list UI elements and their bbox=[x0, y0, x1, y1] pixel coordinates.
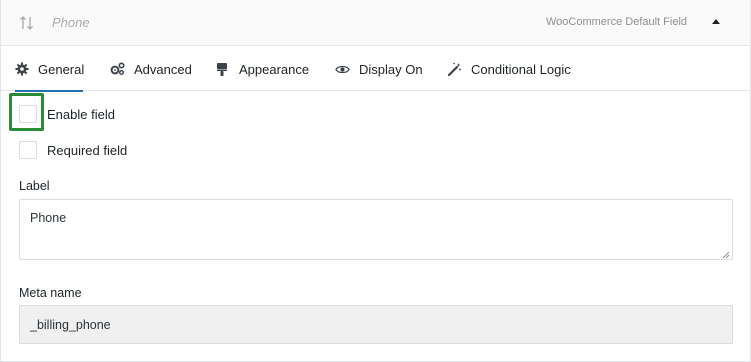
tab-conditional-logic[interactable]: Conditional Logic bbox=[446, 47, 571, 91]
label-textarea-value: Phone bbox=[30, 211, 67, 225]
required-field-checkbox[interactable] bbox=[19, 141, 37, 159]
tab-conditional-logic-label: Conditional Logic bbox=[471, 61, 571, 77]
paint-brush-icon bbox=[214, 61, 230, 77]
required-field-label[interactable]: Required field bbox=[47, 143, 127, 158]
settings-tabs: General Advanced Appearance Display On C… bbox=[1, 47, 750, 92]
meta-name-input[interactable]: _billing_phone bbox=[19, 305, 733, 344]
magic-wand-icon bbox=[446, 61, 462, 77]
tab-advanced[interactable]: Advanced bbox=[109, 47, 192, 91]
meta-name-value: _billing_phone bbox=[30, 317, 111, 332]
tab-display-on[interactable]: Display On bbox=[334, 47, 423, 91]
resize-handle-icon[interactable] bbox=[721, 248, 730, 259]
field-type-label: WooCommerce Default Field bbox=[546, 16, 688, 28]
label-field-heading: Label bbox=[19, 179, 50, 193]
label-textarea[interactable]: Phone bbox=[19, 199, 733, 260]
tab-appearance[interactable]: Appearance bbox=[214, 47, 309, 91]
gear-icon bbox=[15, 61, 29, 77]
gears-icon bbox=[109, 61, 125, 77]
meta-name-heading: Meta name bbox=[19, 286, 82, 300]
field-settings-panel: Phone WooCommerce Default Field General … bbox=[0, 0, 751, 362]
eye-icon bbox=[334, 61, 350, 77]
tab-advanced-label: Advanced bbox=[134, 61, 192, 77]
caret-up-icon[interactable] bbox=[712, 19, 720, 24]
tab-general[interactable]: General bbox=[15, 47, 85, 92]
tab-display-on-label: Display On bbox=[359, 61, 423, 77]
enable-field-label[interactable]: Enable field bbox=[47, 107, 115, 122]
tab-general-label: General bbox=[38, 61, 85, 77]
required-field-row: Required field bbox=[19, 141, 127, 159]
checkbox-highlight-box bbox=[9, 93, 44, 131]
sort-arrows-icon[interactable] bbox=[19, 15, 35, 31]
field-header[interactable]: Phone WooCommerce Default Field bbox=[1, 0, 750, 46]
tab-appearance-label: Appearance bbox=[239, 61, 310, 77]
field-name: Phone bbox=[52, 15, 90, 30]
